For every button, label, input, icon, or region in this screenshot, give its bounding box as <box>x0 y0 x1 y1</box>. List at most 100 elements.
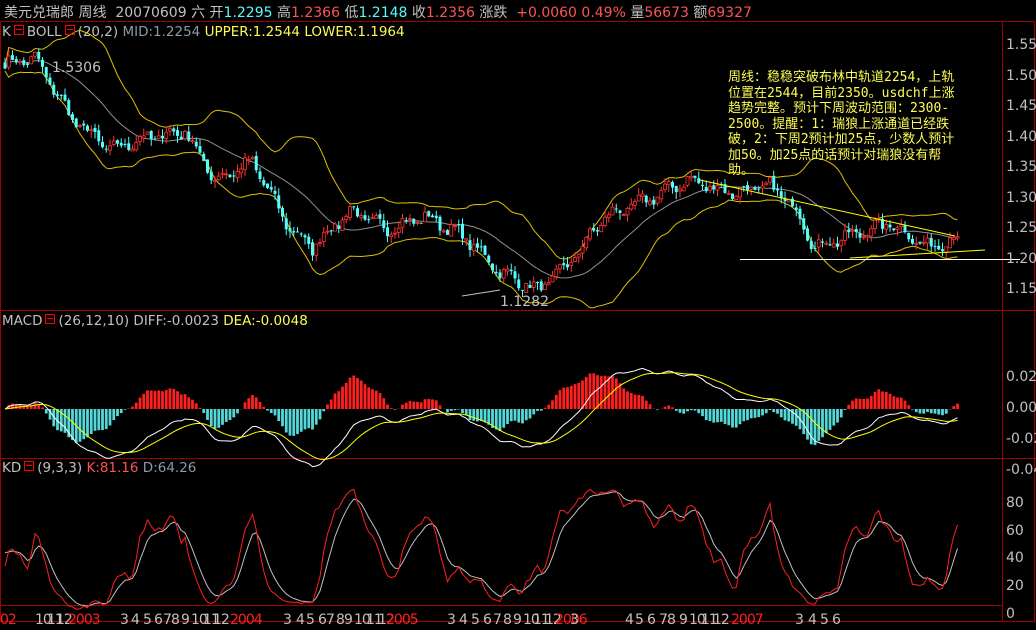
macd-bar <box>453 409 457 411</box>
x-tick: 9 <box>513 612 522 628</box>
macd-bar <box>468 409 472 421</box>
macd-bar <box>262 406 266 409</box>
candle <box>794 207 798 211</box>
param-icon[interactable] <box>64 25 75 35</box>
candle <box>847 229 851 233</box>
price-y-tick: 1.250 <box>1006 220 1036 236</box>
macd-bar <box>697 409 701 414</box>
kd-label[interactable]: KD <box>2 460 21 476</box>
price-y-tick: 1.400 <box>1006 128 1036 145</box>
macd-bar <box>146 390 149 409</box>
candle <box>250 157 255 160</box>
low-marker: 1.1282 <box>500 294 549 310</box>
trendline <box>849 249 986 259</box>
candle <box>296 231 299 233</box>
macd-bar <box>232 409 236 418</box>
macd-bar <box>573 384 577 409</box>
macd-bar <box>746 409 749 421</box>
candle <box>378 214 382 219</box>
candle <box>636 194 641 202</box>
macd-bar <box>26 406 29 409</box>
candle <box>562 263 566 266</box>
kd-k-line <box>4 488 958 610</box>
candle <box>746 185 749 190</box>
macd-bar <box>123 409 127 410</box>
macd-bar <box>401 404 404 409</box>
macd-bar <box>562 387 566 409</box>
macd-bar <box>273 409 277 416</box>
macd-bar <box>176 391 179 409</box>
x-tick: 6 <box>154 612 163 628</box>
macd-bar <box>187 397 191 409</box>
macd-bar <box>408 400 412 409</box>
macd-label[interactable]: MACD <box>2 313 42 329</box>
macd-bar <box>483 409 487 423</box>
candle <box>153 138 157 140</box>
macd-bar <box>116 409 119 417</box>
candle <box>731 193 734 199</box>
macd-bar <box>168 388 172 409</box>
macd-bar <box>296 409 299 435</box>
kd-d: D:64.26 <box>142 460 197 476</box>
macd-bar <box>479 409 483 421</box>
macd-bar <box>644 400 648 409</box>
macd-bar <box>431 399 434 409</box>
macd-bar <box>914 409 918 413</box>
candle <box>101 141 104 148</box>
macd-bar <box>821 409 824 438</box>
candle <box>476 243 479 248</box>
macd-bar <box>179 394 183 409</box>
kd-y-tick: 20 <box>1006 578 1024 595</box>
k-label: K <box>2 24 11 40</box>
x-tick: 3 <box>570 612 579 628</box>
x-tick: 4 <box>296 612 305 628</box>
macd-bar <box>618 383 622 409</box>
macd-bar <box>41 407 44 409</box>
x-tick: 7 <box>659 612 668 628</box>
macd-bar <box>678 409 682 413</box>
candle <box>464 238 469 241</box>
candle <box>596 230 599 232</box>
candle <box>625 207 630 216</box>
macd-bar <box>926 409 929 412</box>
macd-bar <box>521 409 524 424</box>
macd-bar <box>753 409 757 418</box>
candle <box>130 148 135 152</box>
candle <box>116 140 119 144</box>
candle <box>108 145 112 151</box>
kd-panel-title: KD (9,3,3) K:81.16 D:64.26 <box>2 460 196 476</box>
macd-bar <box>881 391 884 409</box>
candle <box>757 188 761 190</box>
collapse-icon[interactable] <box>13 25 24 35</box>
candle <box>52 84 56 95</box>
candle <box>569 261 574 267</box>
candle <box>461 223 464 239</box>
macd-bar <box>629 393 633 409</box>
x-tick: 7 <box>493 612 502 628</box>
candle <box>363 215 367 220</box>
candle <box>955 236 960 239</box>
macd-bar <box>847 404 851 409</box>
macd-bar <box>311 409 314 430</box>
candle <box>303 235 307 238</box>
x-tick: 7 <box>163 612 172 628</box>
macd-bar <box>217 409 221 428</box>
macd-bar <box>569 385 573 409</box>
boll-label[interactable]: BOLL <box>27 24 62 40</box>
macd-bar <box>704 409 708 421</box>
x-tick: 8 <box>171 612 180 628</box>
macd-bar <box>86 409 89 438</box>
macd-bar <box>247 398 251 409</box>
macd-bar <box>637 394 641 409</box>
macd-bar <box>539 409 543 411</box>
candle <box>850 229 855 232</box>
candle <box>86 125 89 131</box>
param-icon[interactable] <box>45 314 56 324</box>
candle <box>220 172 225 176</box>
candle <box>925 237 930 244</box>
candle <box>329 230 333 232</box>
macd-bar <box>337 391 341 409</box>
param-icon[interactable] <box>24 461 35 471</box>
macd-bar <box>708 409 712 422</box>
macd-bar <box>134 402 138 409</box>
